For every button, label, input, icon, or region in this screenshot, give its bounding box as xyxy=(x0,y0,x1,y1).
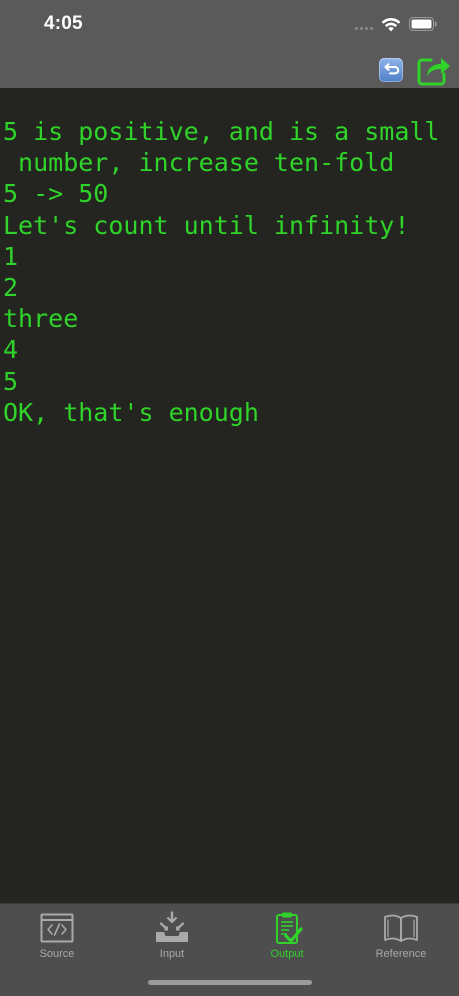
console-line: three xyxy=(3,304,79,334)
console-line: 5 -> 50 xyxy=(3,179,109,209)
console-line: 2 xyxy=(3,272,19,302)
tab-label: Output xyxy=(270,948,304,960)
output-clipboard-icon xyxy=(276,912,303,944)
console-line: 5 xyxy=(3,366,19,396)
status-icons xyxy=(355,14,437,34)
restart-button[interactable] xyxy=(379,58,403,82)
home-indicator[interactable] xyxy=(148,980,312,985)
status-bar: 4:05 xyxy=(0,0,459,48)
tab-label: Source xyxy=(39,948,75,960)
tab-input[interactable]: Input xyxy=(115,906,229,966)
tab-reference[interactable]: Reference xyxy=(344,906,458,966)
console-line: Let's count until infinity! xyxy=(3,210,410,240)
share-icon xyxy=(417,58,450,86)
output-console[interactable]: 5 is positive, and is a small number, in… xyxy=(0,88,459,903)
navigation-bar: 4:05 xyxy=(0,0,459,88)
wifi-icon xyxy=(381,17,401,31)
input-tray-icon xyxy=(156,911,188,942)
status-time: 4:05 xyxy=(44,13,83,34)
cellular-signal-icon xyxy=(355,18,373,30)
restart-icon xyxy=(384,63,400,75)
tab-output[interactable]: Output xyxy=(230,906,344,966)
tab-label: Input xyxy=(159,948,185,960)
console-line: OK, that's enough xyxy=(3,397,259,427)
tab-source[interactable]: Source xyxy=(0,906,114,966)
book-icon xyxy=(384,914,418,942)
share-button[interactable] xyxy=(417,54,451,86)
tab-label: Reference xyxy=(375,948,427,960)
console-line: 5 is positive, and is a small xyxy=(3,117,440,146)
console-line: number, increase ten-fold xyxy=(3,148,395,178)
console-line: 1 xyxy=(3,241,19,271)
source-code-icon xyxy=(40,913,74,943)
toolbar-actions xyxy=(379,54,451,86)
battery-icon xyxy=(409,17,437,31)
console-lines: 5 is positive, and is a small number, in… xyxy=(3,116,455,428)
console-line: 4 xyxy=(3,335,19,365)
